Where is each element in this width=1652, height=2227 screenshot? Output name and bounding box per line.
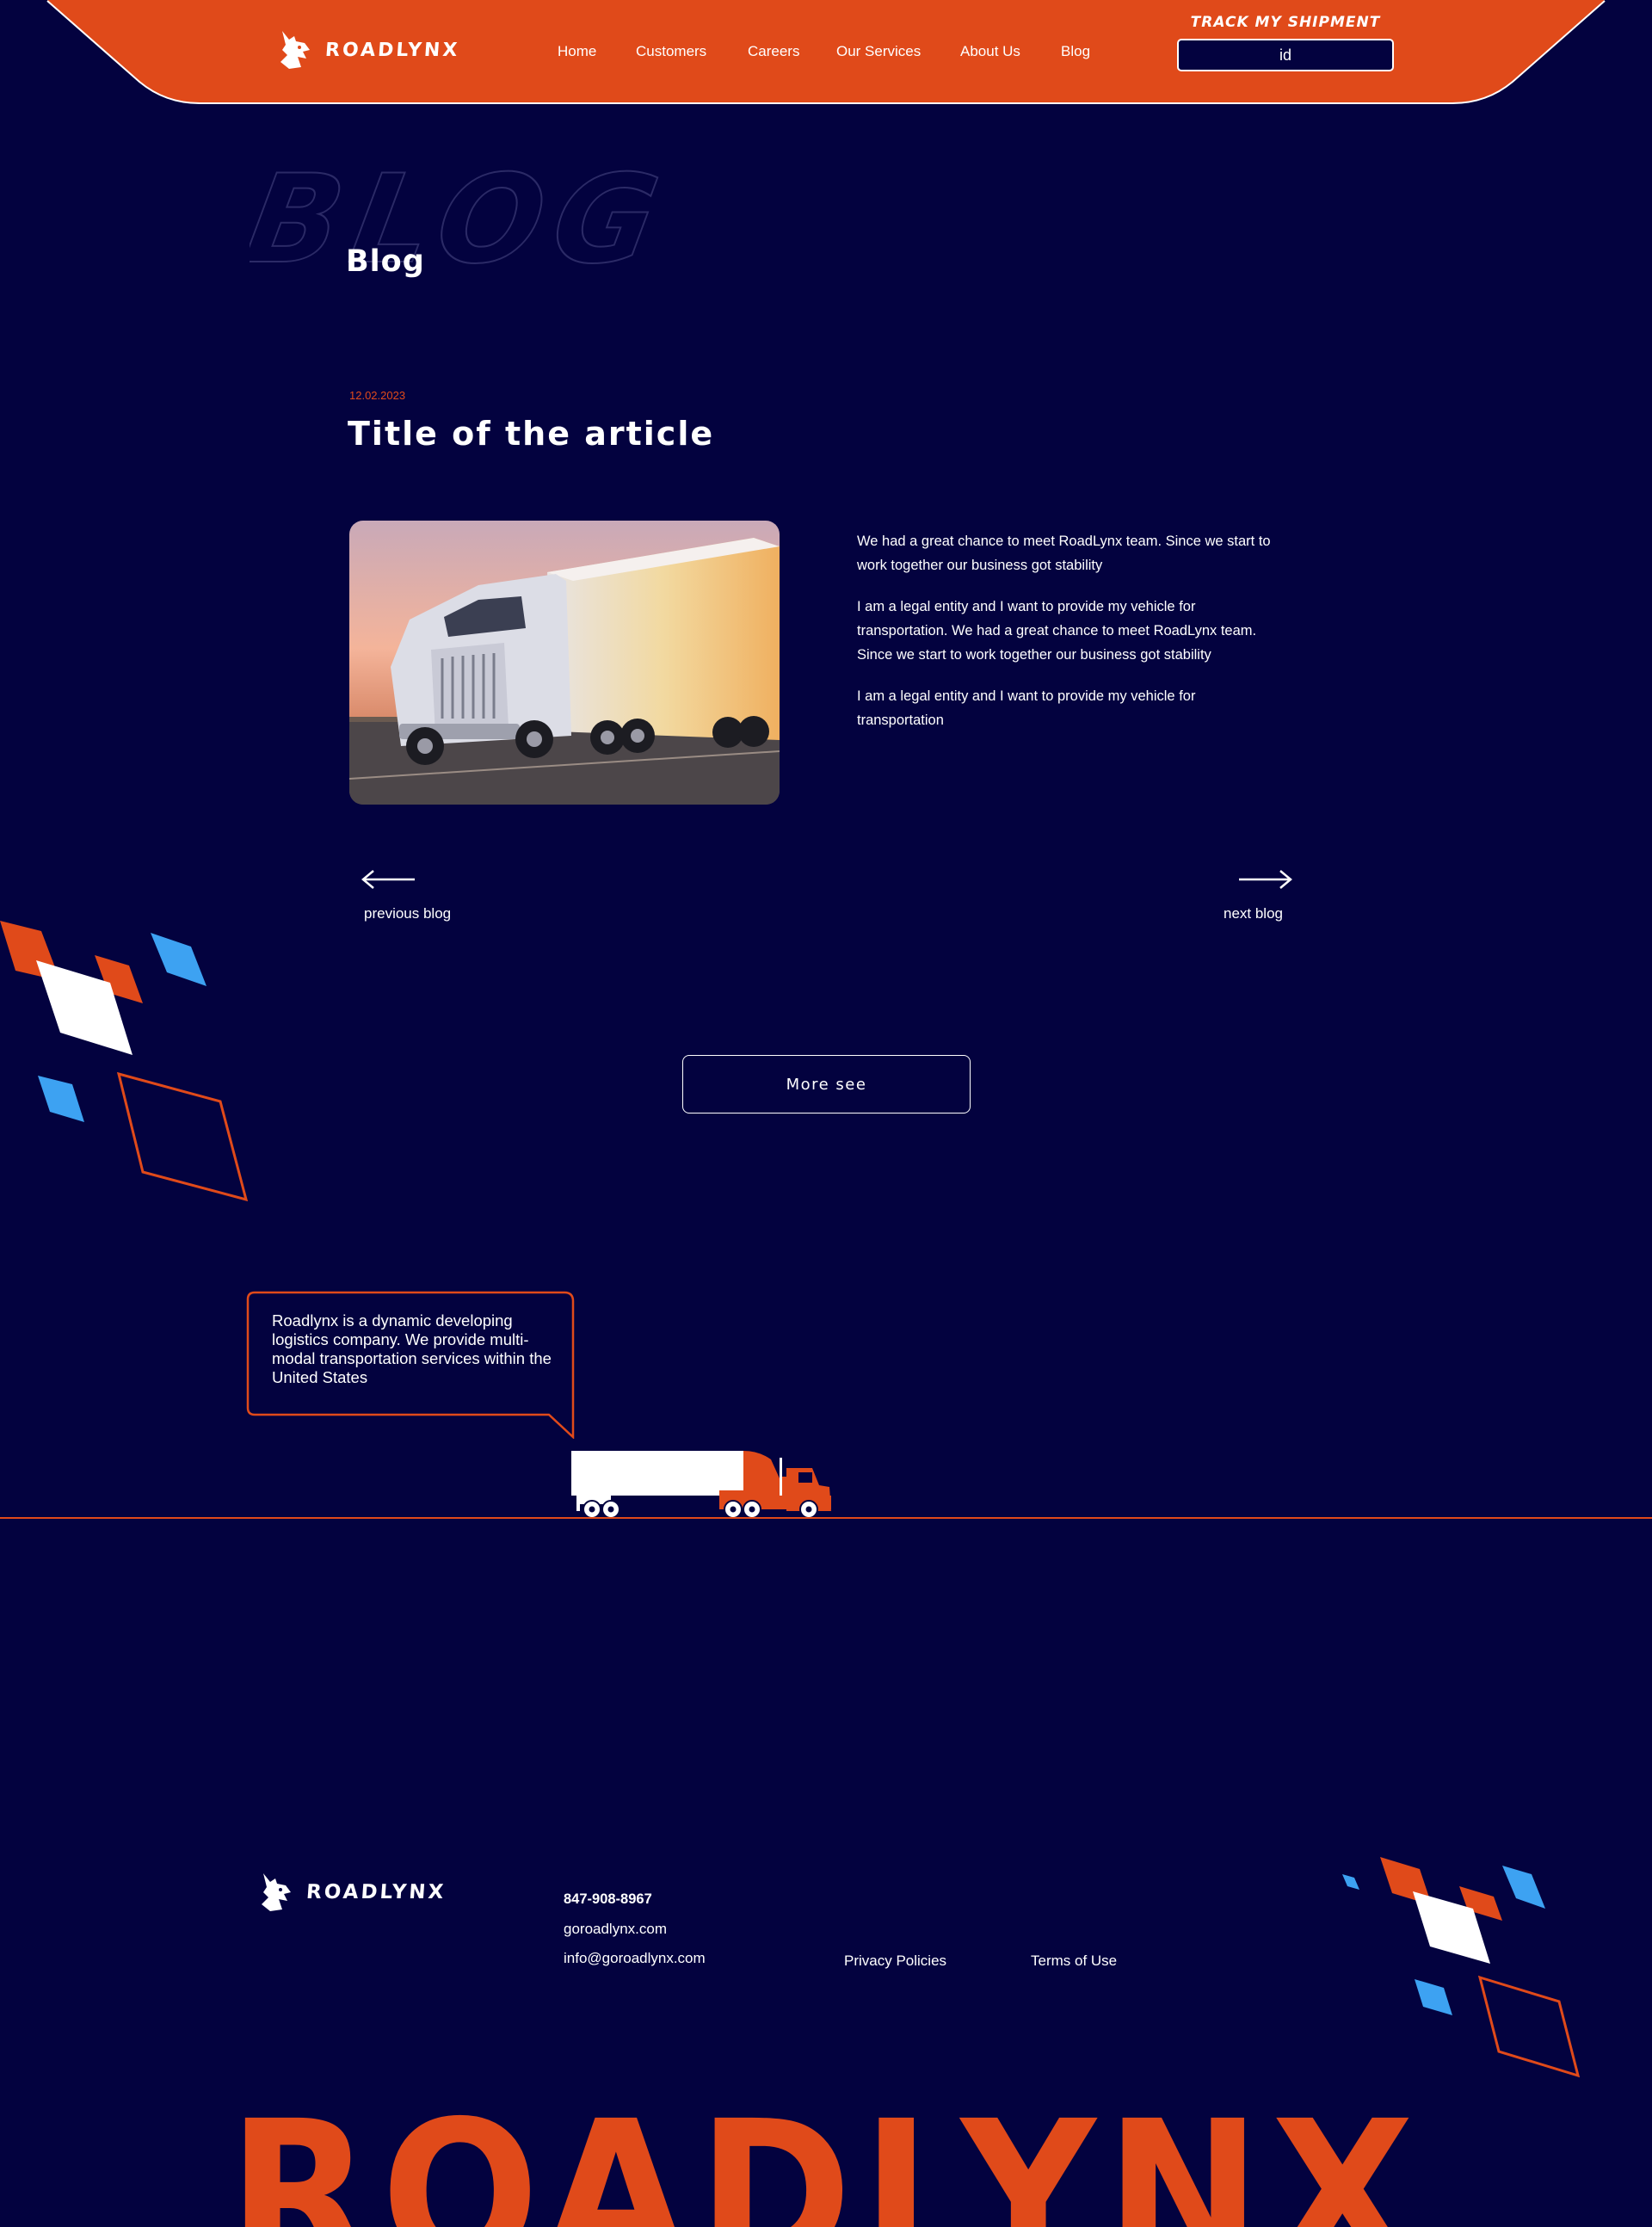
- next-blog-link[interactable]: next blog: [1224, 905, 1283, 922]
- article-paragraph: I am a legal entity and I want to provid…: [857, 599, 1257, 663]
- more-see-button[interactable]: More see: [682, 1055, 971, 1114]
- article-date: 12.02.2023: [349, 389, 406, 402]
- privacy-policies-link[interactable]: Privacy Policies: [844, 1952, 946, 1970]
- ghost-title-outline: BLOG: [250, 165, 681, 277]
- footer-logo-wordmark: ROADLYNX: [305, 1881, 447, 1903]
- track-shipment-input[interactable]: [1177, 39, 1394, 71]
- lynx-logo-icon: [262, 1873, 291, 1911]
- header-bar: [46, 0, 1606, 104]
- article-image: [349, 521, 780, 805]
- ghost-title-text: BLOG: [250, 165, 680, 277]
- arrow-right-icon[interactable]: [1237, 869, 1292, 890]
- footer-logo[interactable]: ROADLYNX: [258, 1871, 447, 1914]
- road-line: [0, 1517, 1652, 1519]
- nav-our-services[interactable]: Our Services: [836, 43, 921, 60]
- footer-email-link[interactable]: info@goroadlynx.com: [564, 1950, 706, 1967]
- lynx-logo-icon: [280, 31, 310, 69]
- nav-customers[interactable]: Customers: [636, 43, 706, 60]
- footer-phone[interactable]: 847-908-8967: [564, 1891, 652, 1908]
- nav-home[interactable]: Home: [558, 43, 596, 60]
- decorative-diamonds-right: [1342, 1857, 1581, 2078]
- big-wordmark-text: ROADLYNX: [228, 2082, 1424, 2227]
- footer-website-link[interactable]: goroadlynx.com: [564, 1921, 667, 1938]
- article-body: We had a great chance to meet RoadLynx t…: [857, 529, 1279, 750]
- page-title: Blog: [346, 244, 425, 279]
- nav-about-us[interactable]: About Us: [960, 43, 1020, 60]
- terms-of-use-link[interactable]: Terms of Use: [1031, 1952, 1117, 1970]
- nav-careers[interactable]: Careers: [748, 43, 799, 60]
- header-logo[interactable]: ROADLYNX: [277, 29, 461, 71]
- truck-photo-illustration: [349, 521, 780, 805]
- logo-wordmark: ROADLYNX: [324, 39, 461, 61]
- article-paragraph: I am a legal entity and I want to provid…: [857, 688, 1196, 728]
- article-paragraph: We had a great chance to meet RoadLynx t…: [857, 534, 1271, 573]
- decorative-diamonds-left: [0, 921, 249, 1202]
- footer-big-wordmark: ROADLYNX: [228, 2082, 1424, 2227]
- nav-blog[interactable]: Blog: [1061, 43, 1090, 60]
- truck-icon: [571, 1451, 831, 1519]
- article-title: Title of the article: [348, 415, 715, 453]
- track-shipment-label: TRACK MY SHIPMENT: [1190, 14, 1381, 31]
- previous-blog-link[interactable]: previous blog: [364, 905, 451, 922]
- arrow-left-icon[interactable]: [361, 869, 416, 890]
- company-description: Roadlynx is a dynamic developing logisti…: [272, 1311, 552, 1386]
